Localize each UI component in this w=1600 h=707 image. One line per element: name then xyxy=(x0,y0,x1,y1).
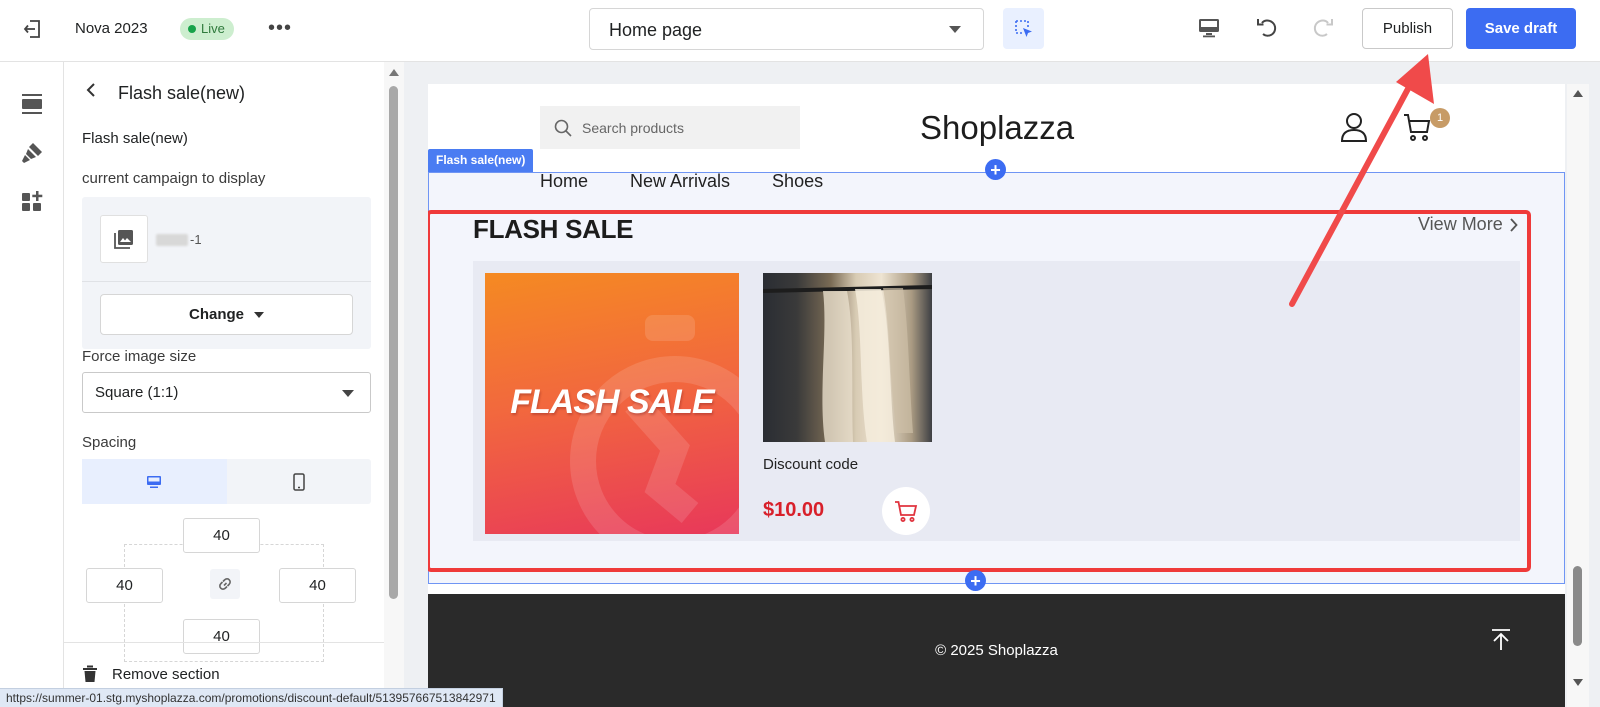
force-image-size-value: Square (1:1) xyxy=(95,384,179,401)
divider xyxy=(82,281,371,282)
undo-icon[interactable] xyxy=(1253,14,1281,42)
preview-scrollbar[interactable] xyxy=(1567,84,1589,707)
change-label: Change xyxy=(188,306,244,323)
force-image-label: Force image size xyxy=(82,348,197,365)
spacing-bottom-input[interactable]: 40 xyxy=(183,619,260,654)
spacing-right-input[interactable]: 40 xyxy=(279,568,356,603)
store-logo[interactable]: Shoplazza xyxy=(920,109,1074,147)
top-bar: Nova 2023 Live ••• Home page Publish Sav… xyxy=(0,0,1600,62)
spacing-mobile-tab[interactable] xyxy=(227,459,372,504)
settings-panel: Flash sale(new) Flash sale(new) current … xyxy=(64,62,404,707)
search-icon xyxy=(554,119,572,137)
scroll-down-icon[interactable] xyxy=(1573,679,1583,686)
change-campaign-button[interactable]: Change xyxy=(100,294,353,335)
exit-icon[interactable] xyxy=(22,18,44,40)
campaign-name: -1 xyxy=(156,232,202,247)
footer-copyright: © 2025 Shoplazza xyxy=(935,642,1058,659)
scroll-up-icon[interactable] xyxy=(389,69,399,76)
inspect-icon[interactable] xyxy=(1003,8,1044,49)
search-placeholder: Search products xyxy=(582,119,684,136)
spacing-top-input[interactable]: 40 xyxy=(183,518,260,553)
page-select-value: Home page xyxy=(609,20,703,40)
nav-item-shoes[interactable]: Shoes xyxy=(772,171,823,192)
spacing-label: Spacing xyxy=(82,434,137,451)
sidebar-rail xyxy=(0,62,64,707)
scrollbar-thumb[interactable] xyxy=(1573,566,1582,646)
campaign-picker: -1 Change xyxy=(82,197,371,349)
desktop-icon xyxy=(147,475,162,488)
add-section-icon[interactable]: + xyxy=(985,159,1006,180)
divider xyxy=(64,642,384,643)
store-footer: © 2025 Shoplazza xyxy=(428,594,1565,707)
theme-settings-icon[interactable] xyxy=(20,141,44,165)
storefront-preview: Search products Shoplazza 1 Flash sale(n… xyxy=(428,84,1565,707)
spacing-desktop-tab[interactable] xyxy=(82,459,227,504)
force-image-size-select[interactable]: Square (1:1) xyxy=(82,372,371,413)
sections-icon[interactable] xyxy=(20,92,44,116)
remove-section-button[interactable]: Remove section xyxy=(82,665,220,683)
more-icon[interactable]: ••• xyxy=(268,18,292,38)
scroll-up-icon[interactable] xyxy=(1573,90,1583,97)
back-to-top-icon[interactable] xyxy=(1489,628,1513,652)
back-icon[interactable] xyxy=(84,83,98,97)
desktop-icon[interactable] xyxy=(1195,14,1223,42)
scrollbar-thumb[interactable] xyxy=(389,86,398,599)
page-select[interactable]: Home page xyxy=(589,8,984,50)
section-title: Flash sale(new) xyxy=(82,130,188,147)
section-tag[interactable]: Flash sale(new) xyxy=(428,149,534,172)
chevron-down-icon xyxy=(342,390,354,397)
panel-scrollbar[interactable] xyxy=(384,62,404,707)
mobile-icon xyxy=(293,472,305,491)
image-icon xyxy=(100,215,148,263)
live-label: Live xyxy=(201,21,225,36)
status-bar-url: https://summer-01.stg.myshoplazza.com/pr… xyxy=(0,688,503,707)
chevron-down-icon xyxy=(949,26,961,33)
apps-icon[interactable] xyxy=(20,189,44,213)
highlight-annotation xyxy=(428,210,1531,572)
add-section-icon[interactable]: + xyxy=(965,570,986,591)
campaign-name-redacted xyxy=(156,233,188,246)
user-icon[interactable] xyxy=(1340,112,1368,147)
live-badge: Live xyxy=(180,18,234,40)
cart-count-badge: 1 xyxy=(1430,108,1450,128)
panel-title: Flash sale(new) xyxy=(118,83,246,103)
store-name: Nova 2023 xyxy=(75,20,148,37)
spacing-left-input[interactable]: 40 xyxy=(86,568,163,603)
campaign-name-suffix: -1 xyxy=(190,232,202,247)
nav-item-home[interactable]: Home xyxy=(540,171,588,192)
cart-icon[interactable] xyxy=(1403,112,1431,147)
redo-icon[interactable] xyxy=(1309,14,1337,42)
link-icon[interactable] xyxy=(210,569,240,599)
campaign-label: current campaign to display xyxy=(82,170,266,187)
live-dot-icon xyxy=(188,25,196,33)
nav-item-new-arrivals[interactable]: New Arrivals xyxy=(630,171,730,192)
remove-section-label: Remove section xyxy=(112,665,220,683)
save-draft-button[interactable]: Save draft xyxy=(1466,8,1576,49)
trash-icon xyxy=(83,665,97,682)
device-toggle xyxy=(82,459,371,504)
publish-button[interactable]: Publish xyxy=(1362,8,1453,49)
store-search-input[interactable]: Search products xyxy=(540,106,800,149)
store-nav: Home New Arrivals Shoes xyxy=(540,171,823,192)
caret-down-icon xyxy=(254,311,264,318)
